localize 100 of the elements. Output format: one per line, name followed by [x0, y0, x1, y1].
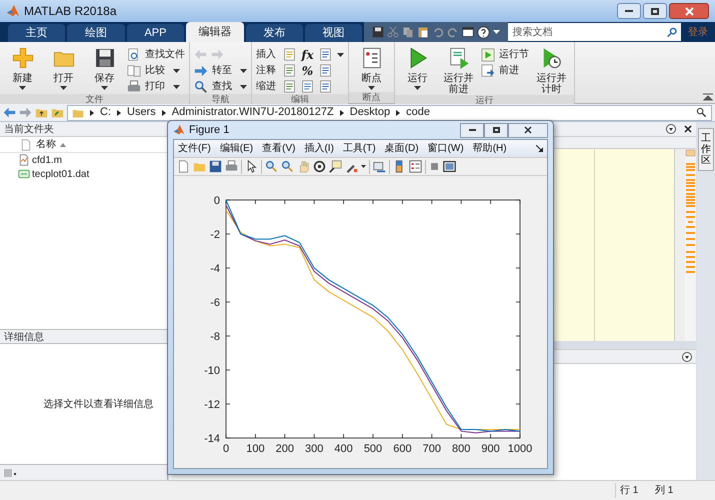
ribbon-tab[interactable]: 编辑器	[186, 22, 244, 42]
x-tick-label: 600	[393, 443, 412, 455]
panel-title: 详细信息	[0, 329, 167, 344]
path-segment[interactable]: C:	[100, 104, 111, 121]
sign-in-link[interactable]: 登录	[680, 22, 715, 42]
undo-icon	[432, 26, 444, 38]
zoom-in-icon	[265, 160, 278, 173]
document-play-icon	[448, 47, 470, 69]
scissors-icon	[387, 26, 400, 38]
chevron-icon	[396, 110, 400, 116]
menu-item[interactable]: 查看(V)	[262, 141, 296, 156]
ribbon-button[interactable]: 断点	[353, 46, 390, 90]
script-file-icon	[18, 154, 30, 166]
path-segment[interactable]: Desktop	[350, 104, 390, 121]
legend-icon	[409, 160, 422, 173]
ribbon-tab[interactable]: 绘图	[67, 24, 125, 42]
breakpoint-list-icon	[360, 47, 382, 69]
ribbon-button[interactable]: 插入	[256, 47, 278, 62]
x-tick-label: 1000	[508, 443, 532, 455]
ribbon-button[interactable]: 运行并计时	[533, 46, 570, 95]
file-item[interactable]: cfd1.m	[0, 153, 167, 167]
chevron-icon	[340, 110, 344, 116]
ribbon-tab[interactable]: 视图	[304, 24, 362, 42]
ribbon-button[interactable]: 打印	[127, 79, 185, 94]
menu-item[interactable]: 插入(I)	[304, 141, 334, 156]
document-icon	[283, 80, 296, 93]
menu-item[interactable]: 桌面(D)	[384, 141, 419, 156]
y-tick-label: -2	[210, 229, 220, 241]
compare-icon	[127, 64, 141, 78]
panel-title: 当前文件夹	[0, 122, 167, 137]
copy-icon	[402, 26, 414, 38]
ribbon-button[interactable]: 运行并前进	[440, 46, 477, 95]
minimize-button[interactable]	[460, 122, 484, 138]
printer-icon	[127, 80, 141, 94]
pointer-icon	[245, 160, 258, 173]
hand-icon	[297, 160, 310, 173]
maximize-button[interactable]	[484, 122, 508, 138]
ribbon-button[interactable]: 新建	[4, 46, 41, 90]
ribbon-button[interactable]: 缩进	[256, 79, 278, 94]
menu-item[interactable]: 帮助(H)	[472, 141, 507, 156]
y-tick-label: 0	[214, 195, 220, 207]
search-icon	[194, 80, 208, 94]
minimize-button[interactable]	[617, 3, 641, 19]
search-button[interactable]	[664, 23, 681, 41]
search-icon	[696, 107, 707, 118]
menu-item[interactable]: 编辑(E)	[220, 141, 254, 156]
path-segment[interactable]: code	[406, 104, 430, 121]
data-file-icon	[18, 168, 30, 180]
close-button[interactable]	[669, 3, 709, 19]
ribbon-button[interactable]: 查找文件	[127, 47, 185, 62]
menu-item[interactable]: 窗口(W)	[428, 141, 464, 156]
document-icon	[319, 48, 332, 61]
menu-item[interactable]: 文件(F)	[178, 141, 211, 156]
ribbon-button[interactable]: 运行节	[481, 47, 529, 62]
plus-icon	[12, 47, 34, 69]
x-tick-label: 900	[481, 443, 500, 455]
menu-icon[interactable]	[682, 352, 692, 362]
y-tick-label: -4	[210, 263, 220, 275]
ribbon-button[interactable]: 保存	[86, 46, 123, 90]
path-field[interactable]: C: Users Administrator.WIN7U-20180127Z Desktop code	[67, 104, 712, 120]
x-tick-label: 0	[222, 443, 230, 455]
column-header[interactable]: 名称	[36, 137, 56, 152]
x-tick-label: 800	[452, 443, 470, 455]
ribbon-tab[interactable]: 发布	[246, 24, 303, 42]
window-title: MATLAB R2018a	[24, 3, 116, 20]
maximize-button[interactable]	[643, 3, 667, 19]
ribbon-button[interactable]: 查找	[194, 79, 247, 94]
menu-icon[interactable]	[666, 124, 676, 134]
close-icon[interactable]	[684, 125, 692, 133]
status-text: 行 1	[615, 483, 655, 498]
path-segment[interactable]: Administrator.WIN7U-20180127Z	[172, 104, 334, 121]
window-icon	[462, 26, 474, 38]
formula-button[interactable]: fx	[301, 46, 314, 64]
dock-icon[interactable]	[536, 145, 543, 152]
path-segment[interactable]: Users	[127, 104, 156, 121]
ribbon-button[interactable]: 转至	[194, 63, 247, 78]
document-icon	[319, 80, 332, 93]
zoom-out-icon	[281, 160, 294, 173]
collapse-icon[interactable]	[703, 93, 713, 101]
group-label: 文件	[0, 94, 189, 105]
ribbon-button[interactable]: 注释	[256, 63, 278, 78]
ribbon-button[interactable]: 打开	[45, 46, 82, 90]
side-tab[interactable]: 工作区	[698, 128, 714, 171]
ribbon-button[interactable]: 运行	[399, 46, 436, 90]
y-tick-label: -14	[204, 433, 220, 445]
document-icon	[283, 64, 296, 77]
ribbon-tab[interactable]: 主页	[8, 24, 66, 42]
ribbon-button[interactable]: 前进	[481, 63, 529, 78]
search-field[interactable]: 搜索文档	[508, 23, 665, 41]
file-item[interactable]: tecplot01.dat	[0, 167, 167, 181]
y-tick-label: -12	[204, 399, 220, 411]
back-arrow-icon	[3, 106, 16, 119]
x-tick-label: 500	[364, 443, 382, 455]
formula-button[interactable]: %	[301, 62, 314, 80]
menu-item[interactable]: 工具(T)	[342, 141, 376, 156]
ribbon-button[interactable]: 比较	[127, 63, 185, 78]
close-button[interactable]	[508, 122, 548, 138]
advance-icon	[481, 64, 495, 78]
close-icon	[684, 6, 694, 16]
ribbon-tab[interactable]: APP	[126, 24, 184, 42]
